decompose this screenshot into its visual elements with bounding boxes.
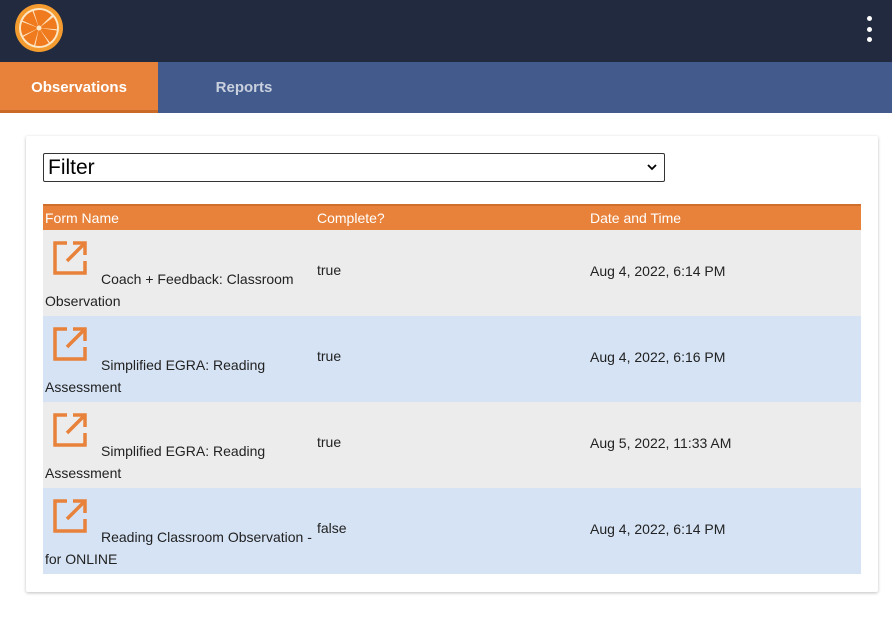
date-time-value: Aug 5, 2022, 11:33 AM [590, 435, 732, 451]
complete-value: false [317, 520, 347, 536]
chevron-down-icon [647, 164, 657, 171]
kebab-menu-icon[interactable] [858, 16, 880, 42]
form-name: Simplified EGRA: Reading Assessment [45, 357, 266, 395]
tab-observations[interactable]: Observations [0, 62, 158, 113]
table-row[interactable]: Coach + Feedback: Classroom Observation … [43, 230, 861, 316]
tab-bar: Observations Reports [0, 62, 892, 113]
tab-reports[interactable]: Reports [158, 62, 330, 113]
observations-table: Form Name Complete? Date and Time Coach … [43, 204, 861, 574]
top-app-bar [0, 0, 892, 62]
table-row[interactable]: Simplified EGRA: Reading Assessment true… [43, 402, 861, 488]
complete-value: true [317, 262, 342, 278]
date-time-value: Aug 4, 2022, 6:14 PM [590, 263, 726, 279]
column-header-date[interactable]: Date and Time [590, 210, 681, 226]
table-header: Form Name Complete? Date and Time [43, 204, 861, 230]
date-time-value: Aug 4, 2022, 6:16 PM [590, 349, 726, 365]
form-name: Coach + Feedback: Classroom Observation [45, 271, 294, 309]
table-row[interactable]: Simplified EGRA: Reading Assessment true… [43, 316, 861, 402]
date-time-value: Aug 4, 2022, 6:14 PM [590, 521, 726, 537]
orange-slice-logo[interactable] [14, 3, 64, 53]
column-header-form-name[interactable]: Form Name [45, 210, 119, 226]
form-name: Reading Classroom Observation - for ONLI… [45, 529, 312, 567]
complete-value: true [317, 348, 342, 364]
column-header-complete[interactable]: Complete? [317, 210, 385, 226]
menu-dot [866, 16, 872, 21]
filter-selected-value: Filter [48, 156, 95, 179]
filter-select[interactable]: Filter [43, 153, 665, 182]
complete-value: true [317, 434, 342, 450]
form-name: Simplified EGRA: Reading Assessment [45, 443, 266, 481]
table-row[interactable]: Reading Classroom Observation - for ONLI… [43, 488, 861, 574]
menu-dot [866, 26, 872, 32]
menu-dot [866, 37, 872, 42]
